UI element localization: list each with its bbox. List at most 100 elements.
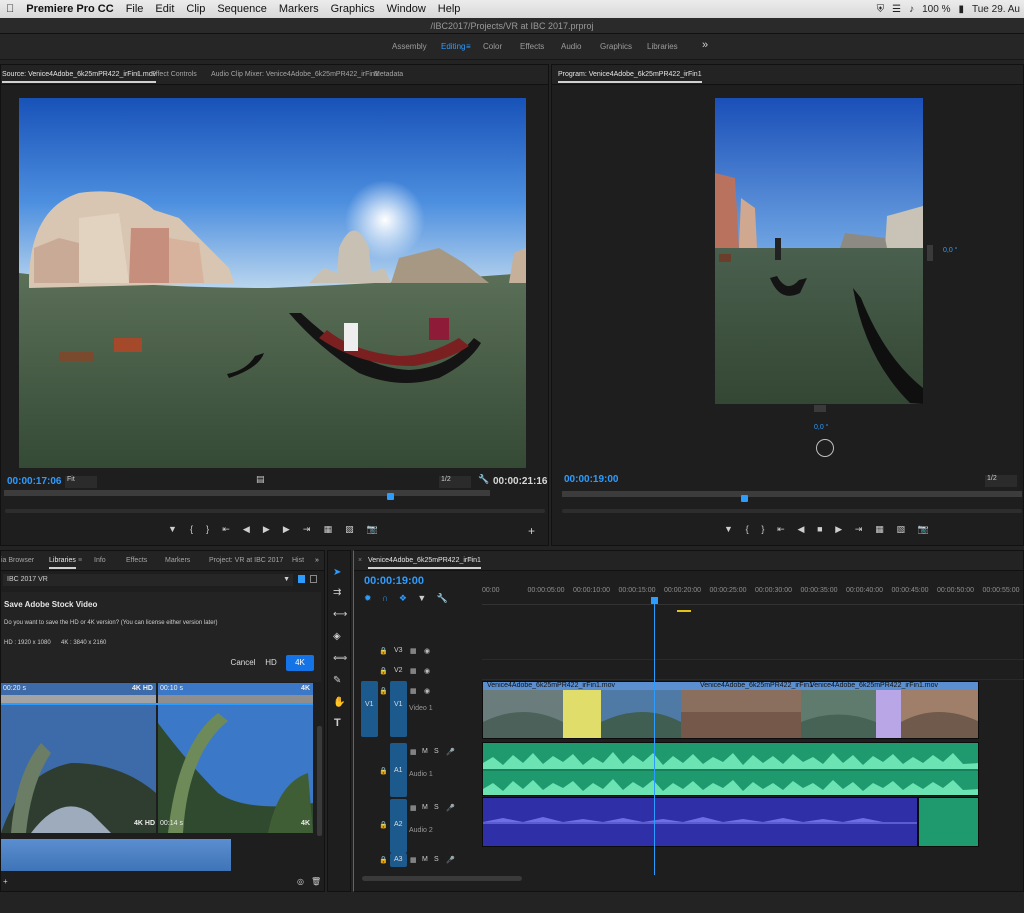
track-target-v1[interactable]: [390, 681, 407, 737]
step-back-icon[interactable]: ◀: [797, 524, 804, 538]
workspace-effects[interactable]: Effects: [520, 42, 544, 51]
source-zoom-select[interactable]: Fit: [65, 476, 97, 488]
mark-in-icon[interactable]: {: [190, 524, 193, 538]
lock-icon[interactable]: 🔒: [379, 821, 388, 829]
trash-icon[interactable]: 🗑: [311, 877, 321, 886]
solo-button[interactable]: S: [434, 748, 439, 755]
menu-file[interactable]: File: [120, 3, 150, 15]
hd-button[interactable]: HD: [260, 655, 282, 671]
add-marker-icon[interactable]: ▼: [168, 524, 177, 538]
mute-button[interactable]: M: [422, 856, 428, 863]
workspace-color[interactable]: Color: [483, 42, 502, 51]
step-forward-icon[interactable]: ▶: [835, 524, 842, 538]
menu-help[interactable]: Help: [432, 3, 467, 15]
source-playhead[interactable]: [387, 493, 394, 500]
audio-clip-a2-green[interactable]: [918, 797, 979, 847]
menu-edit[interactable]: Edit: [149, 3, 180, 15]
lock-icon[interactable]: 🔒: [379, 687, 388, 695]
mark-out-icon[interactable]: }: [761, 524, 764, 538]
video-clip[interactable]: Venice4Adobe_6k25mPR422_irFin1.mov Venic…: [482, 681, 979, 739]
source-timecode[interactable]: 00:00:17:06: [7, 476, 61, 487]
tab-info[interactable]: Info: [94, 557, 106, 564]
microphone-icon[interactable]: 🎤: [446, 856, 455, 864]
timeline-timecode[interactable]: 00:00:19:00: [364, 575, 424, 587]
go-to-out-icon[interactable]: ⇥: [855, 524, 863, 538]
cc-icon[interactable]: ◎: [297, 877, 304, 886]
lift-icon[interactable]: ▦: [875, 524, 884, 538]
go-to-in-icon[interactable]: ⇤: [777, 524, 785, 538]
stop-icon[interactable]: ■: [817, 524, 822, 538]
close-icon[interactable]: ×: [358, 557, 362, 564]
slip-tool-icon[interactable]: ⟺: [333, 653, 347, 664]
lock-icon[interactable]: 🔒: [379, 856, 388, 864]
sync-lock-icon[interactable]: ▦: [410, 687, 417, 695]
tabs-overflow-icon[interactable]: »: [315, 557, 319, 564]
source-patch-v1[interactable]: [361, 681, 378, 737]
menu-sequence[interactable]: Sequence: [211, 3, 273, 15]
tab-source[interactable]: Source: Venice4Adobe_6k25mPR422_irFin1.m…: [2, 71, 157, 83]
type-tool-icon[interactable]: T: [334, 717, 341, 729]
sync-lock-icon[interactable]: ▦: [410, 856, 417, 864]
go-to-in-icon[interactable]: ⇤: [222, 524, 230, 538]
program-zoom-scrollbar[interactable]: [562, 509, 1022, 513]
timeline-tab-menu-icon[interactable]: ≡: [468, 557, 472, 564]
vr-angle-right[interactable]: 0,0 °: [943, 247, 957, 254]
shield-icon[interactable]: ⛨: [877, 4, 885, 15]
eye-icon[interactable]: ◉: [424, 647, 430, 655]
4k-button[interactable]: 4K: [286, 655, 314, 671]
lock-icon[interactable]: 🔒: [379, 667, 388, 675]
track-v2-label[interactable]: V2: [394, 667, 403, 674]
tab-program[interactable]: Program: Venice4Adobe_6k25mPR422_irFin1: [558, 71, 702, 83]
mute-button[interactable]: M: [422, 748, 428, 755]
workspace-more-icon[interactable]: »: [702, 39, 708, 51]
battery-level[interactable]: 100 %: [922, 4, 950, 15]
program-playhead[interactable]: [741, 495, 748, 502]
sync-lock-icon[interactable]: ▦: [410, 667, 417, 675]
tab-media-browser[interactable]: ia Browser: [1, 557, 34, 564]
tab-history[interactable]: Hist: [292, 557, 304, 564]
mark-in-icon[interactable]: {: [746, 524, 749, 538]
program-scroll-handle-right[interactable]: [927, 245, 933, 261]
work-area-marker[interactable]: [677, 610, 691, 612]
sync-lock-icon[interactable]: ▦: [410, 748, 417, 756]
tab-metadata[interactable]: Metadata: [374, 71, 403, 78]
timeline-playhead-line[interactable]: [654, 599, 655, 875]
track-v3-label[interactable]: V3: [394, 647, 403, 654]
library-select[interactable]: IBC 2017 VR ▼: [3, 574, 293, 586]
menu-graphics[interactable]: Graphics: [325, 3, 381, 15]
tab-markers[interactable]: Markers: [165, 557, 190, 564]
selection-tool-icon[interactable]: ➤: [333, 567, 341, 578]
insert-icon[interactable]: ▦: [324, 524, 333, 538]
wifi-icon[interactable]: ☰: [892, 4, 901, 15]
menu-app-name[interactable]: Premiere Pro CC: [20, 3, 119, 15]
play-icon[interactable]: ▶: [263, 524, 270, 538]
workspace-menu-icon[interactable]: ≡: [466, 42, 471, 51]
cancel-button[interactable]: Cancel: [228, 655, 258, 671]
libraries-scrollbar[interactable]: [317, 726, 322, 836]
audio-clip-a1[interactable]: [482, 742, 979, 796]
tab-audio-clip-mixer[interactable]: Audio Clip Mixer: Venice4Adobe_6k25mPR42…: [211, 71, 379, 78]
overwrite-icon[interactable]: ▧: [345, 524, 354, 538]
tab-libraries[interactable]: Libraries: [49, 557, 76, 569]
program-timecode[interactable]: 00:00:19:00: [564, 474, 618, 485]
step-forward-icon[interactable]: ▶: [283, 524, 290, 538]
vr-angle-bottom[interactable]: 0,0 °: [814, 424, 828, 431]
program-scroll-handle-bottom[interactable]: [814, 405, 826, 412]
menubar-datetime[interactable]: Tue 29. Au: [972, 4, 1020, 15]
menu-clip[interactable]: Clip: [180, 3, 211, 15]
solo-button[interactable]: S: [434, 804, 439, 811]
add-marker-icon[interactable]: ▼: [724, 524, 733, 538]
stock-thumbnail[interactable]: 00:20 s 4K HD: [1, 683, 156, 833]
wrench-icon[interactable]: 🔧: [478, 474, 489, 485]
source-time-ruler[interactable]: [4, 490, 490, 496]
add-icon[interactable]: +: [3, 877, 8, 886]
source-settings-icon[interactable]: ▤: [256, 474, 265, 485]
tab-sequence[interactable]: Venice4Adobe_6k25mPR422_irFin1: [368, 557, 481, 569]
export-frame-icon[interactable]: 📷: [367, 524, 378, 538]
sync-lock-icon[interactable]: ▦: [410, 804, 417, 812]
tab-project[interactable]: Project: VR at IBC 2017: [209, 557, 283, 564]
add-button-icon[interactable]: +: [528, 524, 535, 538]
snap-icon[interactable]: ∩: [382, 593, 388, 605]
menu-window[interactable]: Window: [381, 3, 432, 15]
timeline-playhead-handle[interactable]: [651, 597, 658, 604]
